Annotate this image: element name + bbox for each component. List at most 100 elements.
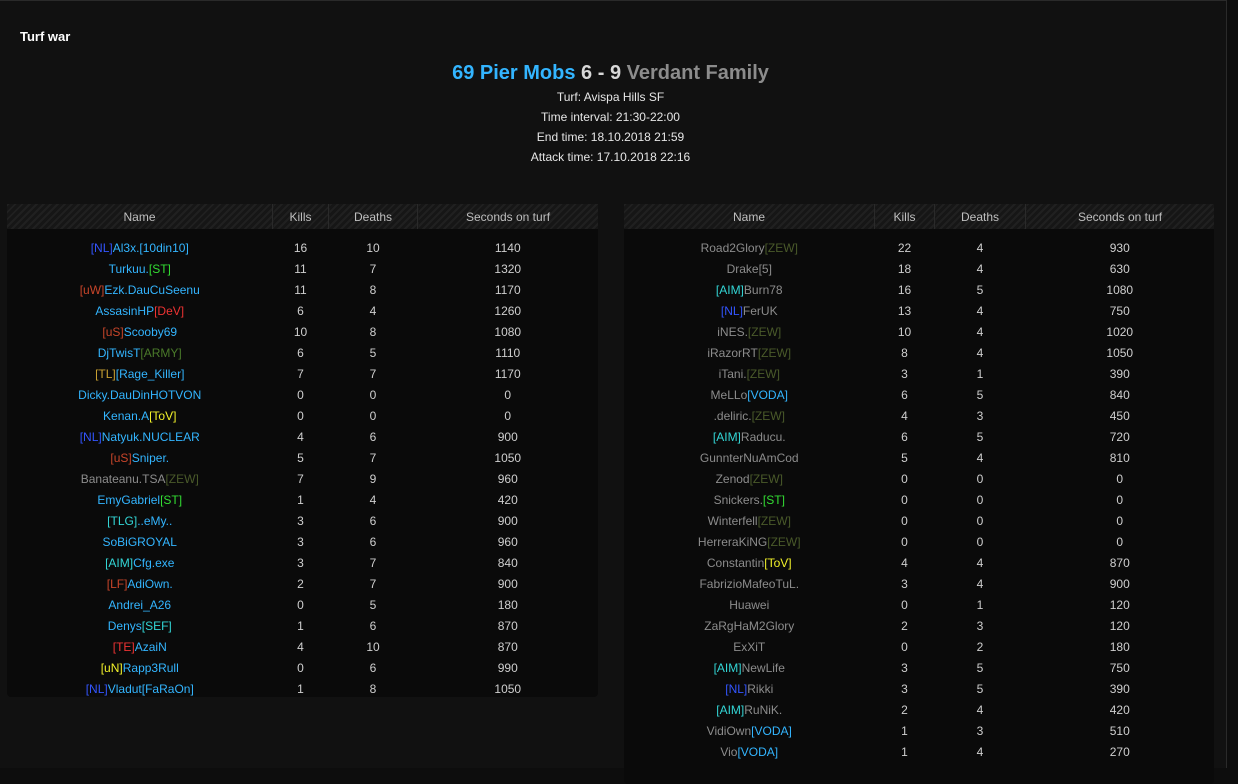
- player-deaths: 7: [369, 366, 377, 381]
- table-row: ExXiT 0 2 180: [624, 636, 1214, 657]
- player-name: [NL]Al3x.[10din10]: [7, 237, 273, 258]
- player-name: [LF]AdiOwn.: [7, 573, 273, 594]
- player-deaths: 4: [976, 450, 984, 465]
- player-kills: 0: [901, 492, 908, 507]
- player-deaths: 4: [976, 261, 984, 276]
- player-seconds: 930: [1109, 240, 1130, 255]
- player-name-part: AdiOwn.: [127, 576, 173, 591]
- player-name-part: iRazorRT: [707, 345, 758, 360]
- player-name-part: [ZEW]: [747, 324, 782, 339]
- player-seconds: 1080: [494, 324, 522, 339]
- player-deaths: 6: [369, 534, 377, 549]
- player-name: Turkuu.[ST]: [7, 258, 273, 279]
- player-seconds: 420: [497, 492, 518, 507]
- player-name-part: Scooby69: [123, 324, 178, 339]
- player-name-part: Zenod: [715, 471, 750, 486]
- player-seconds: 1080: [1106, 282, 1134, 297]
- player-seconds: 840: [497, 555, 518, 570]
- player-name: [uW]Ezk.DauCuSeenu: [7, 279, 273, 300]
- player-deaths: 8: [369, 681, 377, 696]
- player-seconds: 390: [1109, 681, 1130, 696]
- player-name: [uS]Scooby69: [7, 321, 273, 342]
- player-name-part: [TLG]: [107, 513, 138, 528]
- team1-name: 69 Pier Mobs: [452, 62, 576, 84]
- player-deaths: 6: [369, 618, 377, 633]
- table-row: [NL]Rikki 3 5 390: [624, 678, 1214, 699]
- player-kills: 1: [297, 681, 304, 696]
- player-kills: 4: [901, 408, 908, 423]
- player-kills: 7: [297, 366, 304, 381]
- player-kills: 1: [297, 492, 304, 507]
- player-name-part: [NL]: [85, 681, 108, 696]
- player-seconds: 1020: [1106, 324, 1134, 339]
- player-kills: 1: [297, 618, 304, 633]
- player-name-part: MeLLo: [710, 387, 748, 402]
- turf-war-panel: Turf war 69 Pier Mobs 6 - 9 Verdant Fami…: [0, 0, 1227, 784]
- player-name: AssasinHP[DeV]: [7, 300, 273, 321]
- player-name: ZaRgHaM2Glory: [624, 615, 875, 636]
- player-name-part: Road2Glory: [700, 240, 765, 255]
- player-name-part: [NL]: [725, 681, 748, 696]
- player-name-part: ZaRgHaM2Glory: [704, 618, 795, 633]
- player-name: [AIM]RuNiK.: [624, 699, 875, 720]
- player-name-part: [ZEW]: [757, 345, 792, 360]
- player-seconds: 870: [497, 639, 518, 654]
- player-name: MeLLo[VODA]: [624, 384, 875, 405]
- table-row: Zenod[ZEW] 0 0 0: [624, 468, 1214, 489]
- player-seconds: 420: [1109, 702, 1130, 717]
- table-row: Constantin[ToV] 4 4 870: [624, 552, 1214, 573]
- player-name: HerreraKiNG[ZEW]: [624, 531, 875, 552]
- player-name: Winterfell[ZEW]: [624, 510, 875, 531]
- table-row: [NL]Vladut[FaRaOn] 1 8 1050: [7, 678, 598, 699]
- table-row: Dicky.DauDinHOTVON 0 0 0: [7, 384, 598, 405]
- player-seconds: 1170: [494, 282, 521, 297]
- player-deaths: 0: [976, 492, 984, 507]
- player-kills: 2: [901, 618, 908, 633]
- player-name-part: [ZEW]: [757, 513, 791, 528]
- table-row: [AIM]Burn78 16 5 1080: [624, 279, 1214, 300]
- table-row: [AIM]NewLife 3 5 750: [624, 657, 1214, 678]
- player-deaths: 6: [369, 660, 377, 675]
- time-interval: Time interval: 21:30-22:00: [541, 110, 680, 124]
- player-name: SoBiGROYAL: [7, 531, 273, 552]
- player-kills: 1: [901, 723, 908, 738]
- player-name-part: Kenan.A: [103, 408, 150, 423]
- column-header-seconds: Seconds on turf: [1025, 204, 1214, 229]
- player-kills: 4: [901, 555, 908, 570]
- player-name-part: [ZEW]: [764, 240, 798, 255]
- player-name-part: Rapp3Rull: [122, 660, 179, 675]
- player-kills: 7: [297, 471, 304, 486]
- table-row: ZaRgHaM2Glory 2 3 120: [624, 615, 1214, 636]
- player-deaths: 4: [976, 324, 984, 339]
- player-name-part: [VODA]: [737, 744, 779, 759]
- player-name: GunnterNuAmCod: [624, 447, 875, 468]
- player-seconds: 1320: [494, 261, 522, 276]
- player-kills: 2: [901, 702, 908, 717]
- player-name-part: [VODA]: [747, 387, 788, 402]
- table-row: Vio[VODA] 1 4 270: [624, 741, 1214, 762]
- team2-name: Verdant Family: [626, 62, 769, 84]
- player-name-part: Burn78: [743, 282, 783, 297]
- player-seconds: 810: [1109, 450, 1130, 465]
- player-name-part: Raducu.: [740, 429, 786, 444]
- player-name: VidiOwn[VODA]: [624, 720, 875, 741]
- column-header-name: Name: [7, 204, 273, 229]
- table-row: [TE]AzaiN 4 10 870: [7, 636, 598, 657]
- player-name: [NL]Natyuk.NUCLEAR: [7, 426, 273, 447]
- player-seconds: 1170: [494, 366, 521, 381]
- player-name-part: .deliric.: [713, 408, 752, 423]
- player-kills: 0: [297, 660, 304, 675]
- player-name-part: Natyuk.NUCLEAR: [101, 429, 200, 444]
- player-seconds: 900: [497, 576, 518, 591]
- player-seconds: 960: [497, 534, 518, 549]
- table-row: [uS]Sniper. 5 7 1050: [7, 447, 598, 468]
- player-name-part: Winterfell: [707, 513, 758, 528]
- player-name-part: [ZEW]: [165, 471, 199, 486]
- player-name-part: [AIM]: [105, 555, 134, 570]
- player-name: [AIM]Cfg.exe: [7, 552, 273, 573]
- player-name: Zenod[ZEW]: [624, 468, 875, 489]
- player-kills: 2: [297, 576, 304, 591]
- table-row: [TL][Rage_Killer] 7 7 1170: [7, 363, 598, 384]
- match-header: 69 Pier Mobs 6 - 9 Verdant Family Turf: …: [0, 59, 1221, 167]
- player-kills: 8: [901, 345, 908, 360]
